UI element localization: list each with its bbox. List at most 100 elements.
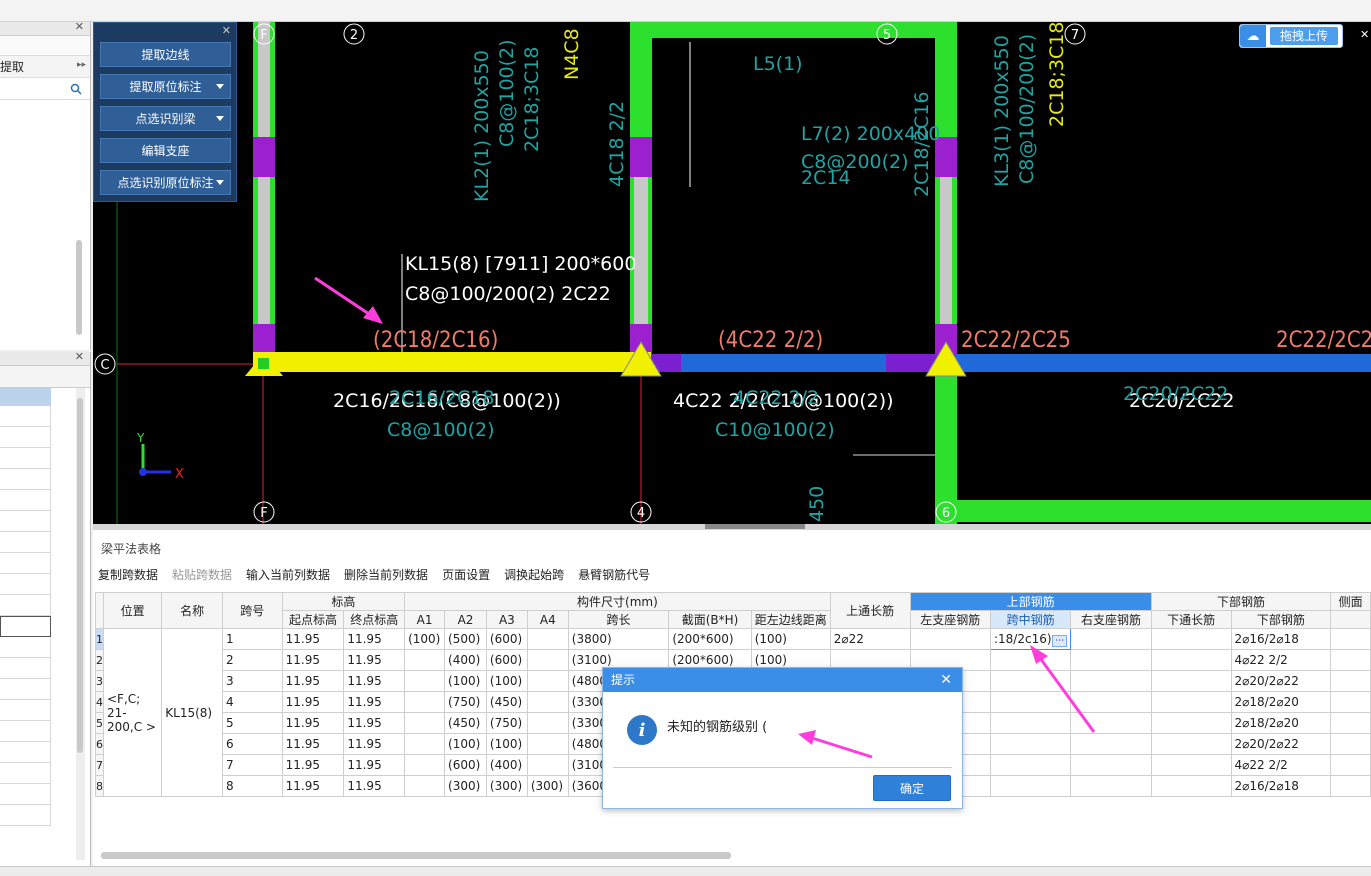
table-cell[interactable] [526, 649, 569, 671]
table-cell[interactable] [1150, 733, 1232, 755]
extract-annotation-button[interactable]: 提取原位标注 [100, 74, 231, 99]
close-icon[interactable]: ✕ [940, 668, 952, 692]
list-item[interactable] [0, 700, 51, 721]
list-item[interactable] [0, 616, 51, 637]
table-cell[interactable] [1150, 775, 1232, 797]
table-cell[interactable]: (450) [485, 691, 528, 713]
scrollbar[interactable] [76, 388, 85, 860]
table-cell[interactable] [1150, 712, 1232, 734]
list-item[interactable] [0, 595, 51, 616]
close-icon[interactable]: ✕ [222, 24, 231, 37]
table-cell[interactable] [989, 754, 1072, 776]
list-item[interactable] [0, 406, 51, 427]
list-item[interactable] [0, 763, 51, 784]
table-cell[interactable] [989, 712, 1072, 734]
table-cell[interactable]: (400) [444, 649, 487, 671]
paste-span-button[interactable]: 粘贴跨数据 [172, 566, 232, 588]
top-long-cell[interactable]: 2⌀22 [829, 628, 911, 650]
table-cell[interactable]: 7 [221, 754, 283, 776]
table-cell[interactable] [1330, 649, 1371, 671]
table-cell[interactable]: 11.95 [343, 628, 406, 650]
table-cell[interactable]: 11.95 [281, 691, 345, 713]
table-cell[interactable] [526, 628, 569, 650]
table-cell[interactable] [1330, 754, 1371, 776]
table-cell[interactable]: (450) [444, 712, 487, 734]
edit-support-button[interactable]: 编辑支座 [100, 138, 231, 163]
table-cell[interactable]: (3800) [567, 628, 670, 650]
cad-drawing[interactable]: F 2 5 7 C F 4 6 KL15(8) [7911] 200*600 C… [93, 22, 1371, 524]
dropdown-arrow-icon[interactable] [216, 180, 224, 185]
extract-row[interactable]: 提取 ▸▸ [0, 56, 90, 78]
list-item[interactable] [0, 388, 51, 406]
expand-icon[interactable]: ▸▸ [77, 60, 86, 70]
table-cell[interactable] [1330, 628, 1371, 650]
table-row[interactable]: 1 <F,C; 21-200,C > KL15(8) 1 11.95 11.95 (100)… [95, 628, 1371, 797]
table-cell[interactable] [404, 691, 446, 713]
table-cell[interactable] [989, 775, 1072, 797]
table-cell[interactable] [989, 649, 1072, 671]
more-icon[interactable]: ⋯ [1052, 634, 1068, 647]
mid-rebar-edit-field[interactable]: :18/2c16) ⋯ [989, 628, 1072, 650]
table-cell[interactable]: 2⌀20/2⌀22 [1230, 670, 1332, 692]
table-cell[interactable] [1150, 628, 1232, 650]
row-number[interactable]: 4 [95, 691, 104, 713]
scrollbar[interactable] [76, 240, 82, 335]
table-cell[interactable] [404, 670, 446, 692]
close-icon[interactable]: ✕ [75, 20, 84, 33]
dropdown-arrow-icon[interactable] [216, 116, 224, 121]
extract-edge-button[interactable]: 提取边线 [100, 42, 231, 67]
row-number[interactable]: 3 [95, 670, 104, 692]
list-item[interactable] [0, 469, 51, 490]
table-cell[interactable]: 11.95 [343, 649, 406, 671]
search-input[interactable] [0, 78, 90, 100]
cad-canvas[interactable]: F 2 5 7 C F 4 6 KL15(8) [7911] 200*600 C… [93, 22, 1371, 524]
table-cell[interactable]: (600) [444, 754, 487, 776]
table-cell[interactable]: 5 [221, 712, 283, 734]
list-item[interactable] [0, 532, 51, 553]
delete-column-button[interactable]: 删除当前列数据 [344, 566, 428, 588]
table-cell[interactable]: (100) [485, 670, 528, 692]
table-cell[interactable]: 2⌀20/2⌀22 [1230, 733, 1332, 755]
table-cell[interactable] [1150, 670, 1232, 692]
table-cell[interactable]: (600) [485, 649, 528, 671]
row-number[interactable]: 6 [95, 733, 104, 755]
table-cell[interactable] [1330, 733, 1371, 755]
list-item[interactable] [0, 637, 51, 658]
list-item[interactable] [0, 679, 51, 700]
table-cell[interactable] [1070, 628, 1152, 650]
table-cell[interactable] [1070, 691, 1152, 713]
pick-beam-button[interactable]: 点选识别梁 [100, 106, 231, 131]
close-icon[interactable]: ✕ [1360, 28, 1369, 41]
ok-button[interactable]: 确定 [873, 775, 951, 801]
upload-widget[interactable]: ☁ 拖拽上传 [1239, 24, 1343, 48]
list-item[interactable] [0, 511, 51, 532]
table-cell[interactable]: (400) [485, 754, 528, 776]
table-cell[interactable] [1330, 775, 1371, 797]
table-cell[interactable]: (100) [404, 628, 446, 650]
table-cell[interactable]: 2⌀16/2⌀18 [1230, 628, 1332, 650]
pick-annotation-button[interactable]: 点选识别原位标注 [100, 170, 231, 195]
table-cell[interactable] [1150, 649, 1232, 671]
table-cell[interactable]: (750) [485, 712, 528, 734]
table-cell[interactable] [404, 733, 446, 755]
horizontal-scrollbar[interactable] [101, 852, 731, 859]
table-cell[interactable]: 6 [221, 733, 283, 755]
table-cell[interactable] [1070, 733, 1152, 755]
table-cell[interactable]: 4 [221, 691, 283, 713]
splitter-grip[interactable] [705, 524, 805, 529]
table-cell[interactable]: 11.95 [343, 733, 406, 755]
table-cell[interactable]: 11.95 [281, 733, 345, 755]
table-cell[interactable] [404, 649, 446, 671]
table-cell[interactable]: 2⌀18/2⌀20 [1230, 712, 1332, 734]
search-icon[interactable] [70, 83, 82, 95]
table-cell[interactable]: (100) [444, 670, 487, 692]
table-cell[interactable] [989, 733, 1072, 755]
table-cell[interactable]: (300) [444, 775, 487, 797]
copy-span-button[interactable]: 复制跨数据 [98, 566, 158, 588]
table-cell[interactable]: (100) [485, 733, 528, 755]
table-cell[interactable]: 8 [221, 775, 283, 797]
table-cell[interactable]: 11.95 [343, 670, 406, 692]
table-cell[interactable] [989, 670, 1072, 692]
table-cell[interactable] [1150, 691, 1232, 713]
selected-beam[interactable] [253, 352, 651, 372]
